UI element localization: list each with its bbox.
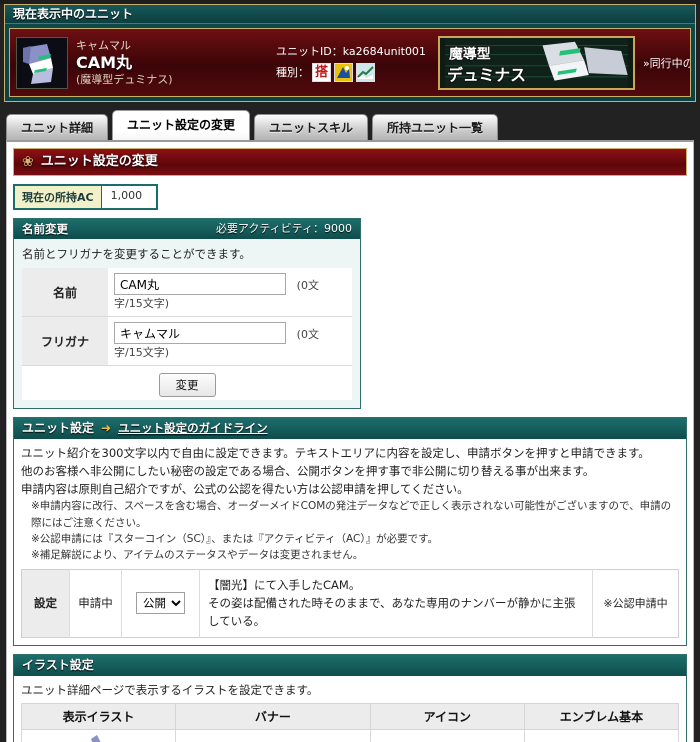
- kana-field-cell: (0文字/15文字): [108, 316, 352, 366]
- main-content: ❀ ユニット設定の変更 現在の所持AC 1,000 名前変更 必要アクティビティ…: [6, 140, 694, 742]
- name-change-section: 名前変更 必要アクティビティ：9000 名前とフリガナを変更することができます。…: [13, 218, 361, 409]
- ac-box: 現在の所持AC 1,000: [13, 184, 159, 210]
- svg-text:デュミナス: デュミナス: [447, 65, 526, 84]
- chart-glyph-icon: [357, 64, 374, 82]
- illust-header: イラスト設定: [14, 654, 686, 676]
- page-title-bar: ❀ ユニット設定の変更: [13, 148, 687, 176]
- name-field-label: 名前: [22, 268, 108, 317]
- setting-row-label: 設定: [21, 569, 70, 638]
- illust-col-header-emblem: エンブレム基本: [523, 702, 680, 730]
- table-row: 名前 (0文字/15文字): [22, 268, 352, 317]
- banner-artwork: 魔導型 デュミナス: [445, 37, 628, 88]
- name-change-body: 名前とフリガナを変更することができます。 名前 (0文字/15文字) フリガナ: [14, 239, 360, 408]
- table-row: 設定 申請中 公開 【闇光】にて入手したCAM。 その姿は配備された時そのままで…: [21, 569, 679, 638]
- setting-visibility-cell: 公開: [121, 569, 200, 638]
- kana-input[interactable]: [114, 322, 286, 344]
- svg-text:魔導型: 魔導型: [449, 45, 491, 62]
- unit-setting-line-3: 申請内容は原則自己紹介ですが、公式の公認を得たい方は公認申請を押してください。: [21, 481, 469, 496]
- visibility-select[interactable]: 公開: [136, 592, 185, 615]
- name-change-header: 名前変更 必要アクティビティ：9000: [14, 219, 360, 239]
- setting-row-note: ※公認申請中: [603, 597, 668, 611]
- unit-thumbnail: [16, 36, 68, 89]
- setting-description-cell[interactable]: 【闇光】にて入手したCAM。 その姿は配備された時そのままで、あなた専用のナンバ…: [199, 569, 593, 638]
- kana-field-label: フリガナ: [22, 316, 108, 366]
- name-field-cell: (0文字/15文字): [108, 268, 352, 317]
- mecha-thumb-icon: [17, 37, 67, 88]
- illust-display-image-cell: [20, 728, 177, 742]
- type-magic-icon[interactable]: [334, 63, 353, 83]
- name-change-required: 必要アクティビティ：9000: [215, 222, 352, 235]
- mecha-full-illustration-icon: [90, 734, 101, 742]
- unit-type-label: 種別：: [276, 66, 309, 79]
- illust-header-row: 表示イラスト バナー アイコン エンブレム基本: [20, 702, 680, 730]
- setting-row-status: 申請中: [69, 569, 122, 638]
- tab-unit-skill[interactable]: ユニットスキル: [254, 114, 369, 140]
- tab-unit-detail[interactable]: ユニット詳細: [6, 114, 109, 140]
- name-change-submit-button[interactable]: 変更: [158, 373, 216, 397]
- current-unit-body: キャムマル CAM丸 (魔導型デュミナス) ユニットID：ka2684unit0…: [9, 28, 691, 97]
- table-row: フリガナ (0文字/15文字): [22, 316, 352, 366]
- unit-meta: ユニットID：ka2684unit001 種別： 搭: [276, 43, 426, 83]
- illust-section: イラスト設定 ユニット詳細ページで表示するイラストを設定できます。 表示イラスト…: [13, 653, 687, 742]
- illust-col-header-banner: バナー: [175, 702, 371, 730]
- arrow-right-icon: ➜: [101, 421, 112, 435]
- current-unit-panel: 現在表示中のユニット キャムマル CAM丸 (魔導型デュミナス) ユニットID：…: [4, 4, 696, 102]
- ac-value: 1,000: [101, 186, 157, 208]
- magic-glyph-icon: [335, 64, 352, 82]
- name-input[interactable]: [114, 273, 286, 295]
- unit-setting-note-2: ※公認申請には『スターコイン（SC）』、または『アクティビティ（AC）』が必要で…: [31, 532, 439, 545]
- type-mount-icon[interactable]: 搭: [312, 63, 331, 83]
- illust-body: ユニット詳細ページで表示するイラストを設定できます。 表示イラスト バナー アイ…: [14, 675, 686, 742]
- name-change-table: 名前 (0文字/15文字) フリガナ (0文字/15文字): [22, 268, 352, 366]
- illust-table: 表示イラスト バナー アイコン エンブレム基本: [20, 702, 680, 742]
- unit-name: CAM丸: [76, 52, 133, 72]
- illust-description: ユニット詳細ページで表示するイラストを設定できます。: [21, 682, 319, 697]
- tab-bar: ユニット詳細 ユニット設定の変更 ユニットスキル 所持ユニット一覧: [6, 110, 694, 140]
- name-change-description: 名前とフリガナを変更することができます。: [22, 247, 251, 261]
- current-unit-panel-title: 現在表示中のユニット: [5, 5, 695, 24]
- switch-unit-link[interactable]: »同行中のユニットに切替: [643, 55, 690, 71]
- unit-id-label: ユニットID：ka2684unit001: [276, 44, 426, 58]
- unit-setting-note-1: ※申請内容に改行、スペースを含む場合、オーダーメイドCOMの発注データなどで正し…: [31, 500, 672, 529]
- illust-col-header-icon: アイコン: [369, 702, 525, 730]
- unit-setting-title: ユニット設定: [22, 421, 95, 435]
- illust-image-row: 魔導型 デュミナス: [20, 728, 680, 742]
- illust-emblem-image-cell: Fanatic: [523, 728, 680, 742]
- ac-label: 現在の所持AC: [15, 186, 102, 208]
- name-change-title: 名前変更: [22, 222, 68, 236]
- illust-banner-image-cell: 魔導型 デュミナス: [175, 728, 371, 742]
- unit-setting-table: 設定 申請中 公開 【闇光】にて入手したCAM。 その姿は配備された時そのままで…: [21, 568, 679, 638]
- unit-setting-header: ユニット設定 ➜ ユニット設定のガイドライン: [14, 418, 686, 439]
- setting-text-line-1: 【闇光】にて入手したCAM。: [208, 577, 361, 592]
- ornament-icon: ❀: [22, 154, 34, 170]
- page-root: 現在表示中のユニット キャムマル CAM丸 (魔導型デュミナス) ユニットID：…: [0, 4, 700, 742]
- unit-setting-body: ユニット紹介を300文字以内で自由に設定できます。テキストエリアに内容を設定し、…: [14, 439, 686, 645]
- tab-owned-units[interactable]: 所持ユニット一覧: [372, 114, 499, 140]
- illust-icon-image-cell: [369, 728, 525, 742]
- tab-unit-settings[interactable]: ユニット設定の変更: [112, 110, 251, 140]
- unit-name-block: キャムマル CAM丸 (魔導型デュミナス): [76, 39, 256, 87]
- unit-kana: キャムマル: [76, 38, 131, 52]
- page-title: ユニット設定の変更: [40, 154, 158, 169]
- name-change-submit-row: 変更: [22, 366, 352, 400]
- unit-model: (魔導型デュミナス): [76, 72, 173, 86]
- unit-setting-note-3: ※補足解説により、アイテムのステータスやデータは変更されません。: [31, 549, 364, 562]
- ac-row: 現在の所持AC 1,000: [13, 184, 687, 210]
- illust-col-header-display: 表示イラスト: [20, 702, 177, 730]
- unit-banner-image[interactable]: 魔導型 デュミナス: [437, 35, 635, 90]
- type-chart-icon[interactable]: [356, 63, 375, 83]
- unit-setting-guideline-link[interactable]: ユニット設定のガイドライン: [118, 418, 268, 439]
- unit-setting-section: ユニット設定 ➜ ユニット設定のガイドライン ユニット紹介を300文字以内で自由…: [13, 417, 687, 646]
- unit-setting-line-1: ユニット紹介を300文字以内で自由に設定できます。テキストエリアに内容を設定し、…: [21, 446, 650, 460]
- setting-text-line-2: その姿は配備された時そのままで、あなた専用のナンバーが静かに主張している。: [208, 595, 576, 629]
- unit-setting-line-2: 他のお客様へ非公開にしたい秘密の設定である場合、公開ボタンを押す事で非公開に切り…: [21, 463, 595, 478]
